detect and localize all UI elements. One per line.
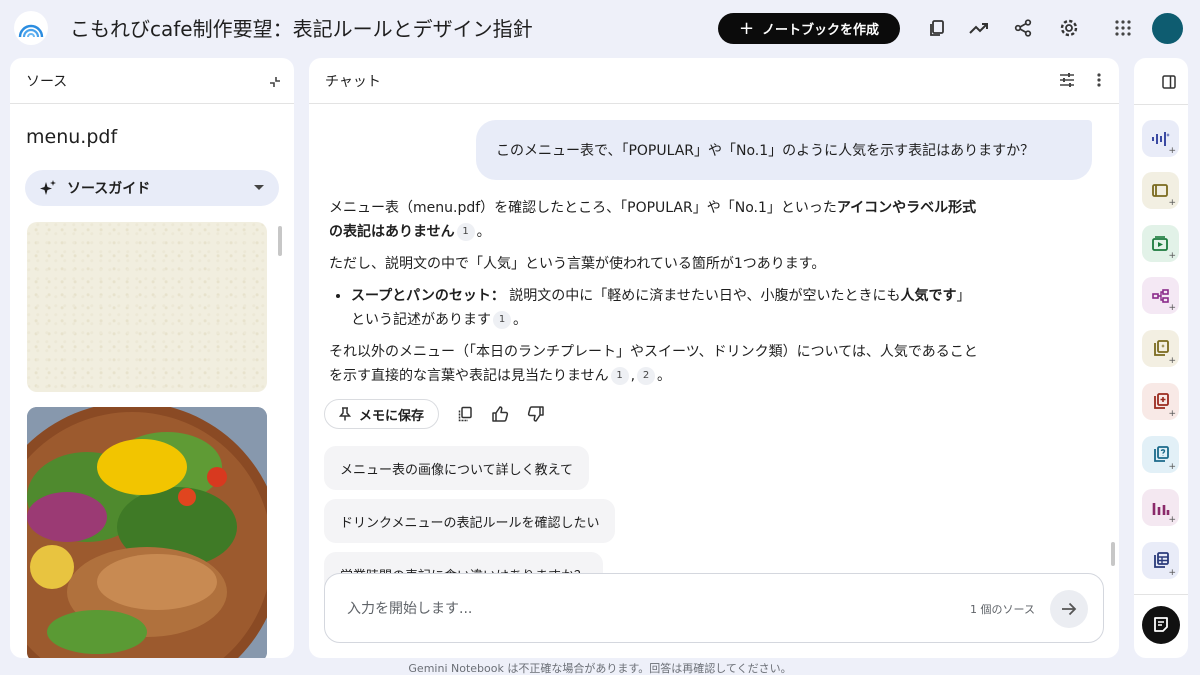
user-message-text: このメニュー表で、「POPULAR」や「No.1」のように人気を示す表記はありま… — [496, 143, 1035, 159]
suggestion-chip[interactable]: メニュー表の画像について詳しく教えて — [324, 446, 589, 490]
sparkle-icon — [40, 180, 56, 195]
save-to-note-button[interactable]: メモに保存 — [324, 399, 440, 429]
logo-icon — [18, 24, 44, 38]
chat-scrollbar[interactable] — [1111, 542, 1115, 566]
answer-bold-text: 人気です — [900, 288, 957, 304]
source-food-image — [27, 407, 267, 658]
infographic-icon[interactable]: + — [1142, 489, 1179, 526]
plus-icon: + — [738, 17, 755, 39]
citation-badge[interactable]: 1 — [610, 367, 629, 385]
suggestion-chip[interactable]: ドリンクメニューの表記ルールを確認したい — [324, 499, 616, 543]
create-notebook-button[interactable]: + ノートブックを作成 — [718, 13, 900, 44]
analytics-icon[interactable] — [967, 16, 991, 40]
chat-input-placeholder: 入力を開始します... — [347, 601, 473, 617]
tune-icon[interactable] — [1059, 72, 1075, 88]
divider — [1134, 104, 1188, 105]
answer-list: スープとパンのセット： 説明文の中に「軽めに済ませたい日や、小腹が空いたときにも… — [351, 284, 979, 332]
add-note-button[interactable] — [1142, 606, 1180, 644]
citation-badge[interactable]: 1 — [456, 223, 475, 241]
copy-icon[interactable] — [457, 406, 473, 422]
data-table-icon[interactable]: + — [1142, 542, 1179, 579]
save-to-note-label: メモに保存 — [359, 408, 425, 424]
sources-panel: ソース menu.pdf ソースガイド — [10, 58, 294, 658]
answer-list-item: スープとパンのセット： 説明文の中に「軽めに済ませたい日や、小腹が空いたときにも… — [351, 284, 979, 332]
studio-panel: + + + + + + + + + — [1134, 58, 1188, 658]
settings-gear-icon[interactable] — [1057, 16, 1081, 40]
arrow-right-icon — [1062, 602, 1077, 616]
answer-bold-text: スープとパンのセット： — [351, 288, 505, 304]
thumbs-down-icon[interactable] — [527, 405, 545, 423]
send-button[interactable] — [1050, 590, 1088, 628]
chat-panel: チャット このメニュー表で、「POPULAR」や「No.1」のように人気を示す表… — [309, 58, 1119, 658]
quiz-icon[interactable]: + — [1142, 436, 1179, 473]
citation-badge[interactable]: 2 — [637, 367, 656, 385]
panel-toggle-icon[interactable] — [1162, 74, 1176, 93]
answer-text: メニュー表（menu.pdf）を確認したところ、「POPULAR」や「No.1」… — [329, 200, 837, 216]
answer-paragraph: ただし、説明文の中で「人気」という言葉が使われている箇所が1つあります。 — [329, 256, 826, 272]
user-avatar[interactable] — [1152, 13, 1183, 44]
chat-header: チャット — [309, 58, 1119, 104]
collapse-icon[interactable] — [268, 74, 282, 93]
source-guide-label: ソースガイド — [67, 181, 151, 197]
source-page-image — [27, 222, 267, 392]
answer-actions: メモに保存 — [324, 399, 545, 429]
chevron-down-icon — [254, 185, 264, 190]
divider — [1134, 594, 1188, 595]
notebook-title[interactable]: こもれびcafe制作要望：表記ルールとデザイン指針 — [70, 13, 533, 42]
apps-grid-icon[interactable] — [1111, 16, 1135, 40]
citation-badge[interactable]: 1 — [493, 311, 511, 329]
disclaimer-footer: Gemini Notebook は不正確な場合があります。回答は再確認してくださ… — [408, 662, 792, 675]
chat-title: チャット — [325, 73, 381, 90]
answer-text: 。 — [476, 224, 491, 240]
mind-map-icon[interactable]: + — [1142, 277, 1179, 314]
user-message-bubble: このメニュー表で、「POPULAR」や「No.1」のように人気を示す表記はありま… — [476, 120, 1092, 180]
copy-icon[interactable] — [925, 16, 949, 40]
answer-text: 。 — [657, 368, 672, 384]
pin-icon — [339, 407, 351, 421]
source-file-name: menu.pdf — [26, 126, 118, 148]
source-guide-dropdown[interactable]: ソースガイド — [25, 170, 279, 206]
answer-text: 。 — [513, 312, 527, 328]
app-header: こもれびcafe制作要望：表記ルールとデザイン指針 + ノートブックを作成 — [0, 0, 1200, 56]
video-overview-icon[interactable]: + — [1142, 225, 1179, 262]
thumbs-up-icon[interactable] — [491, 405, 509, 423]
note-icon — [1154, 617, 1168, 632]
chat-input[interactable]: 入力を開始します... 1 個のソース — [324, 573, 1104, 643]
answer-text: 説明文の中に「軽めに済ませたい日や、小腹が空いたときにも — [504, 288, 901, 304]
share-icon[interactable] — [1011, 16, 1035, 40]
answer-paragraph: それ以外のメニュー（「本日のランチプレート」やスイーツ、ドリンク類）については、… — [329, 340, 979, 388]
audio-overview-icon[interactable]: + — [1142, 120, 1179, 157]
sources-scrollbar[interactable] — [278, 226, 282, 256]
more-vert-icon[interactable] — [1097, 72, 1101, 88]
slides-icon[interactable]: + — [1142, 172, 1179, 209]
source-count: 1 個のソース — [970, 603, 1035, 616]
app-logo[interactable] — [14, 11, 48, 45]
flashcards-icon[interactable]: + — [1142, 383, 1179, 420]
citation-separator: , — [630, 368, 636, 384]
sources-header: ソース — [10, 58, 294, 104]
answer-paragraph: メニュー表（menu.pdf）を確認したところ、「POPULAR」や「No.1」… — [329, 196, 979, 244]
report-icon[interactable]: + — [1142, 330, 1179, 367]
create-notebook-label: ノートブックを作成 — [762, 23, 880, 38]
sources-title: ソース — [26, 73, 68, 90]
assistant-answer: メニュー表（menu.pdf）を確認したところ、「POPULAR」や「No.1」… — [329, 196, 979, 396]
